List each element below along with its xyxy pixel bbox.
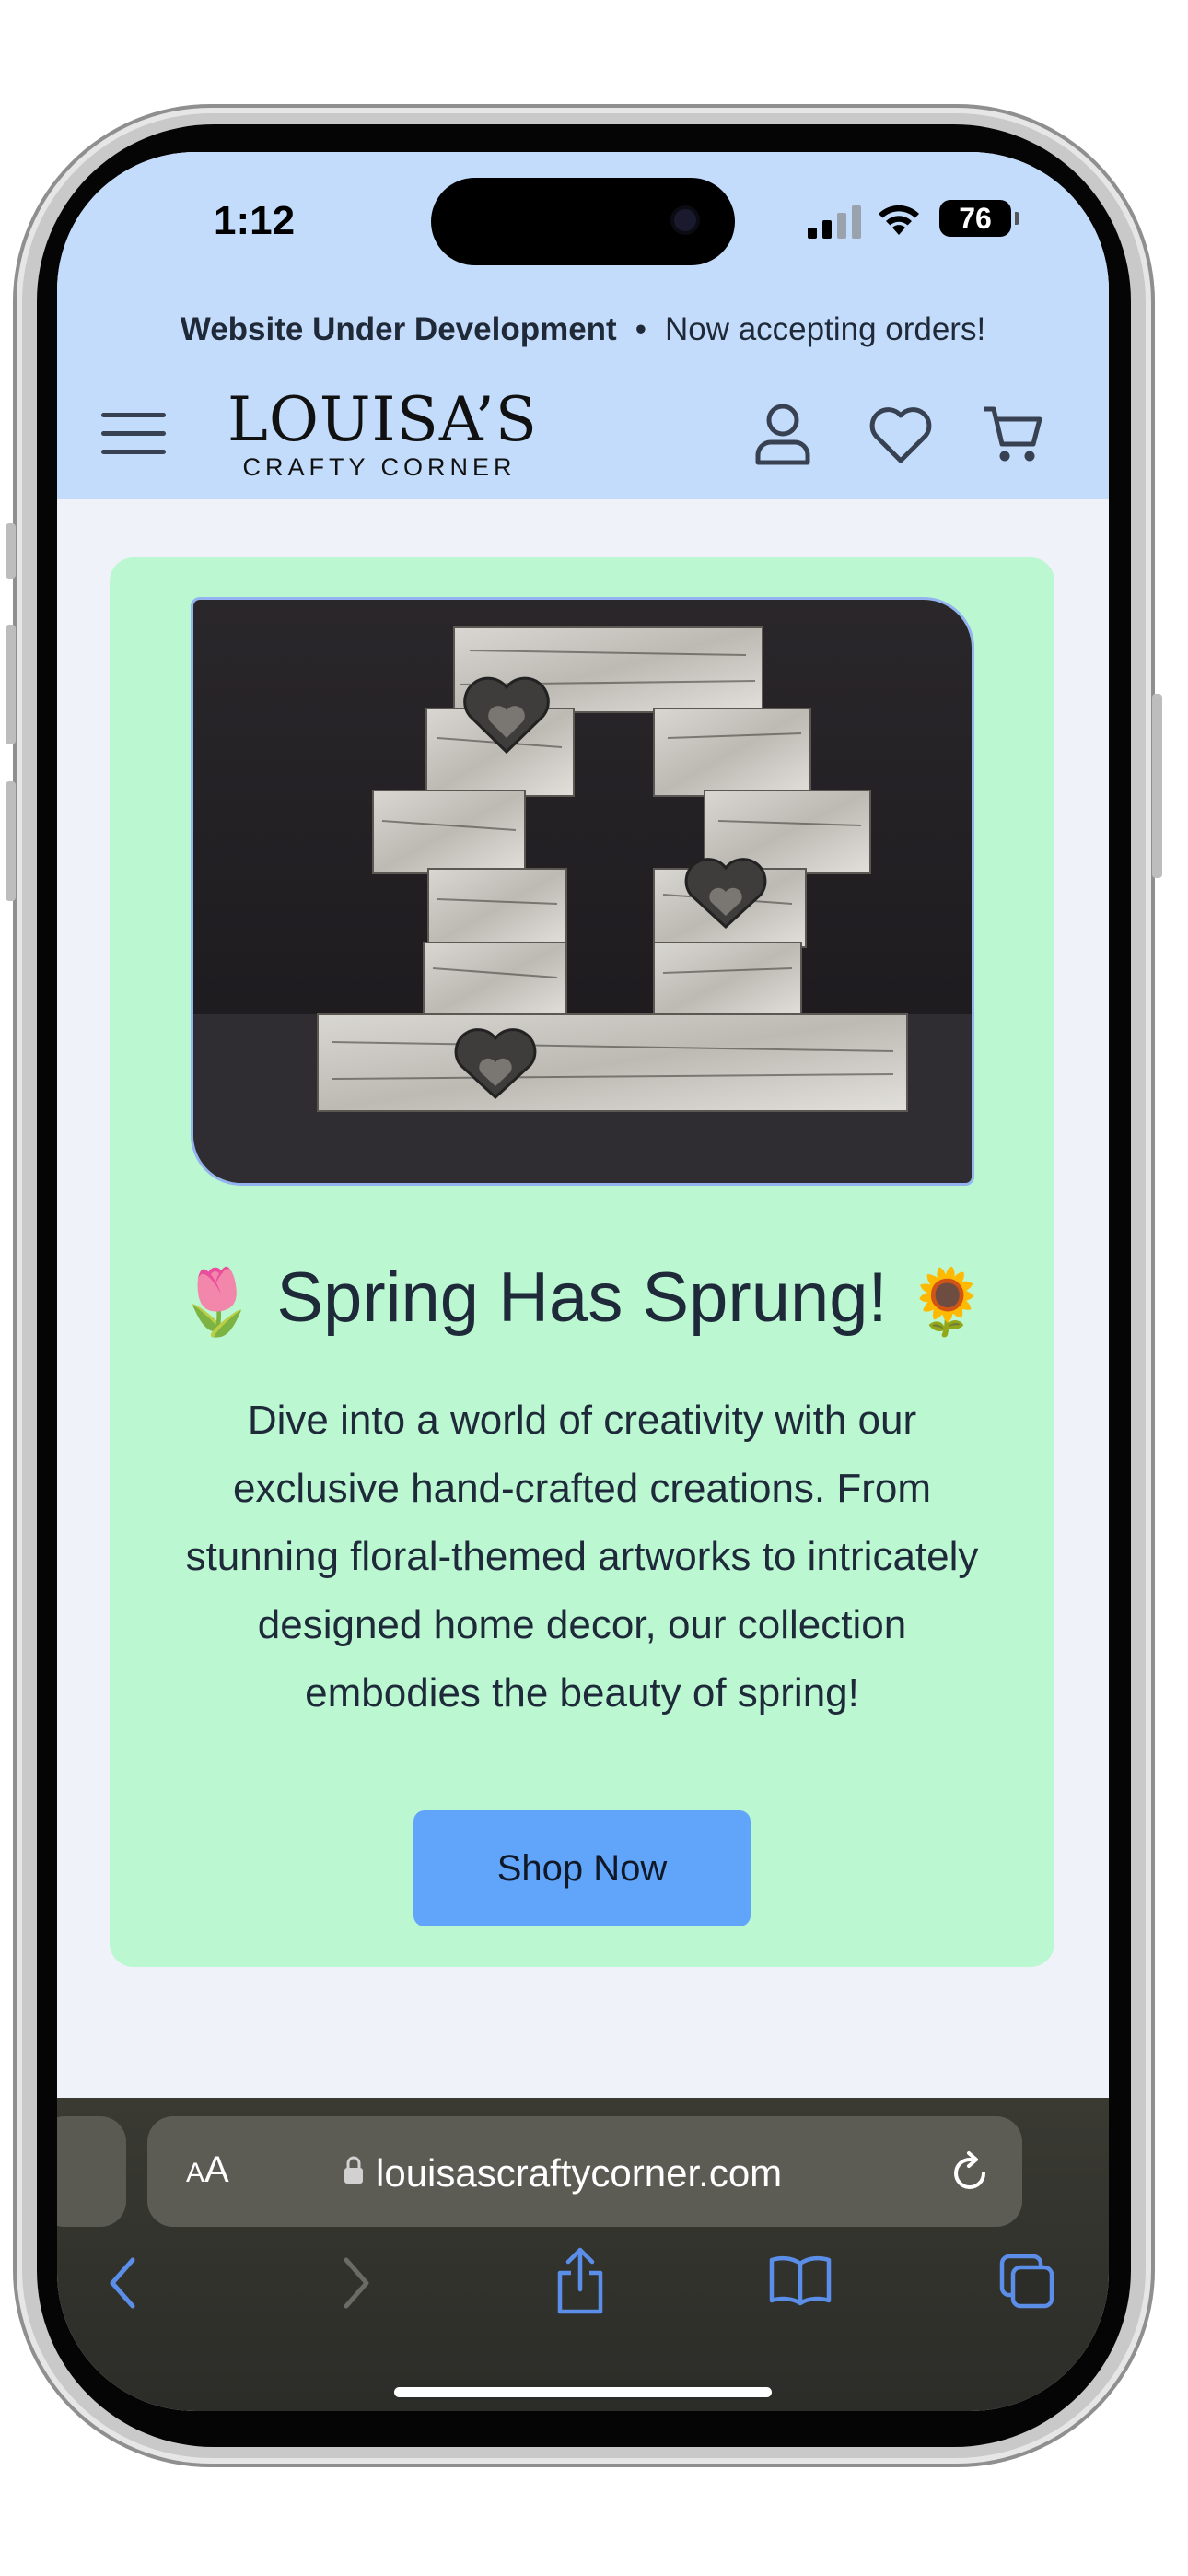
forward-icon[interactable]: [341, 2256, 372, 2310]
hero-title: 🌷 Spring Has Sprung! 🌻: [110, 1258, 1054, 1341]
dynamic-island: [431, 178, 735, 265]
lock-icon: [344, 2156, 363, 2184]
phone-screen: 1:12 76 Website Under Development • Now …: [57, 152, 1109, 2411]
tulip-icon: 🌷: [177, 1265, 258, 1338]
hero-title-text: Spring Has Sprung!: [276, 1259, 888, 1337]
action-button: [6, 523, 16, 579]
cart-icon[interactable]: [982, 404, 1044, 464]
site-header: LOUISA’S CRAFTY CORNER: [57, 367, 1109, 499]
block-arch-illustration: [193, 600, 972, 1183]
camera-icon: [674, 209, 696, 231]
cellular-signal-icon: [808, 205, 861, 239]
hero-image: [191, 597, 974, 1186]
home-indicator[interactable]: [394, 2387, 772, 2397]
battery-icon: 76: [939, 200, 1019, 237]
heart-icon[interactable]: [868, 405, 934, 464]
site-logo[interactable]: LOUISA’S CRAFTY CORNER: [227, 384, 539, 482]
share-icon[interactable]: [553, 2247, 608, 2315]
power-button: [1152, 694, 1162, 878]
announcement-bar: Website Under Development • Now acceptin…: [57, 293, 1109, 367]
wifi-icon: [879, 205, 919, 235]
logo-line2: CRAFTY CORNER: [242, 453, 517, 481]
url-text: louisascraftycorner.com: [376, 2151, 783, 2195]
previous-tab-peek[interactable]: [57, 2116, 126, 2227]
text-size-button[interactable]: AA: [186, 2149, 229, 2191]
tabs-icon[interactable]: [998, 2253, 1055, 2310]
status-time: 1:12: [214, 198, 296, 243]
hero-card: 🌷 Spring Has Sprung! 🌻 Dive into a world…: [110, 557, 1054, 1967]
address-bar[interactable]: AA louisascraftycorner.com: [147, 2116, 1022, 2227]
hero-description: Dive into a world of creativity with our…: [185, 1398, 979, 1715]
announcement-bold: Website Under Development: [180, 311, 617, 347]
bookmarks-icon[interactable]: [768, 2254, 833, 2306]
volume-up-button: [6, 625, 16, 744]
reload-icon[interactable]: [950, 2149, 991, 2194]
menu-icon[interactable]: [101, 407, 166, 461]
account-icon[interactable]: [753, 402, 812, 466]
browser-toolbar: AA louisascraftycorner.com: [57, 2098, 1109, 2411]
announcement-text: Now accepting orders!: [664, 311, 986, 347]
back-icon[interactable]: [107, 2256, 138, 2310]
shop-now-button[interactable]: Shop Now: [413, 1810, 751, 1926]
announcement-separator: •: [635, 311, 646, 347]
volume-down-button: [6, 781, 16, 901]
logo-line1: LOUISA’S: [227, 384, 539, 455]
sunflower-icon: 🌻: [906, 1265, 987, 1338]
